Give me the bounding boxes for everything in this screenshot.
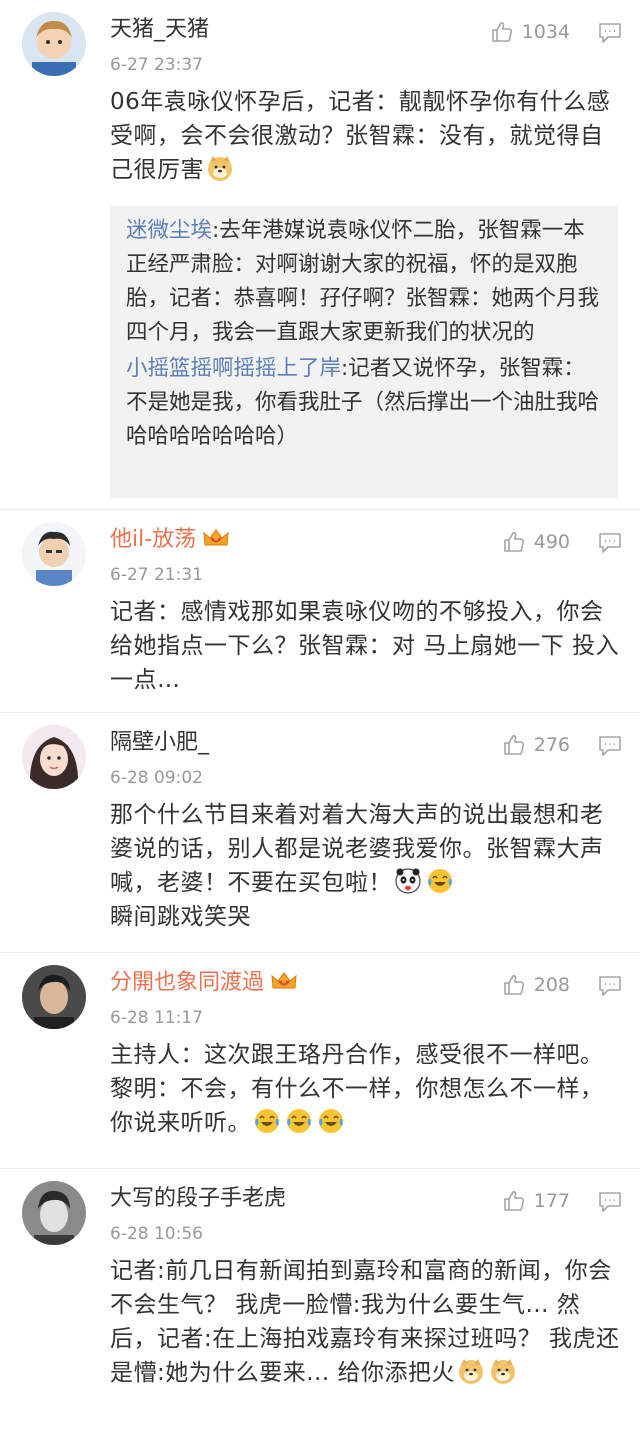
avatar[interactable]	[22, 1181, 86, 1245]
vip-crown-icon	[202, 527, 230, 549]
thumbs-up-icon	[490, 20, 514, 44]
like-count: 208	[533, 974, 570, 996]
reply-username[interactable]: 小摇篮摇啊摇摇上了岸	[126, 356, 341, 381]
thumbs-up-icon	[502, 1189, 526, 1213]
laugh-cry-emoji-icon	[426, 867, 454, 895]
thumbs-up-icon	[502, 530, 526, 554]
like-button[interactable]: 1034	[490, 20, 570, 44]
reply-username[interactable]: 迷微尘埃	[126, 218, 212, 243]
like-count: 276	[533, 734, 570, 756]
thumbs-up-icon	[502, 973, 526, 997]
comment-reply-icon[interactable]	[598, 735, 622, 757]
thumbs-up-icon	[502, 733, 526, 757]
comment-item: 天猪_天猪 6-27 23:37 1034 06年袁咏仪怀孕后，记者：靓靓怀孕你…	[0, 0, 640, 510]
comment-item: 分開也象同渡過 6-28 11:17 208 主持人：这次跟王珞丹合作，感受很不…	[0, 953, 640, 1169]
reply-item: 迷微尘埃:去年港媒说袁咏仪怀二胎，张智霖一本正经严肃脸：对啊谢谢大家的祝福，怀的…	[126, 214, 602, 350]
comment-reply-icon[interactable]	[598, 1191, 622, 1213]
avatar[interactable]	[22, 522, 86, 586]
avatar[interactable]	[22, 725, 86, 789]
timestamp: 6-28 10:56	[110, 1224, 203, 1244]
comment-text: 主持人：这次跟王珞丹合作，感受很不一样吧。 黎明：不会，有什么不一样，你想怎么不…	[110, 1042, 604, 1136]
like-button[interactable]: 490	[502, 530, 570, 554]
vip-crown-icon	[270, 970, 298, 992]
comment-item: 大写的段子手老虎 6-28 10:56 177 记者:前几日有新闻拍到嘉玲和富商…	[0, 1169, 640, 1439]
username[interactable]: 天猪_天猪	[110, 16, 209, 44]
username[interactable]: 大写的段子手老虎	[110, 1185, 286, 1213]
avatar[interactable]	[22, 965, 86, 1029]
comment-item: 他il-放荡 6-27 21:31 490 记者：感情戏那如果袁咏仪吻的不够投入…	[0, 510, 640, 713]
comment-reply-icon[interactable]	[598, 532, 622, 554]
comment-text: 记者：感情戏那如果袁咏仪吻的不够投入，你会给她指点一下么？张智霖：对 马上扇她一…	[110, 599, 620, 693]
like-button[interactable]: 208	[502, 973, 570, 997]
laugh-cry-emoji-icon	[253, 1107, 281, 1135]
doge-emoji-icon	[489, 1357, 517, 1385]
avatar[interactable]	[22, 12, 86, 76]
comment-text: 那个什么节目来着对着大海大声的说出最想和老婆说的话，别人都是说老婆我爱你。张智霖…	[110, 802, 604, 930]
comment-item: 隔壁小肥_ 6-28 09:02 276 那个什么节目来着对着大海大声的说出最想…	[0, 713, 640, 953]
doge-emoji-icon	[457, 1357, 485, 1385]
timestamp: 6-28 09:02	[110, 768, 203, 788]
comment-text: 记者:前几日有新闻拍到嘉玲和富商的新闻，你会不会生气？ 我虎一脸懵:我为什么要生…	[110, 1258, 620, 1386]
laugh-cry-emoji-icon	[317, 1107, 345, 1135]
reply-item: 小摇篮摇啊摇摇上了岸:记者又说怀孕，张智霖：不是她是我，你看我肚子（然后撑出一个…	[126, 352, 602, 454]
like-button[interactable]: 177	[502, 1189, 570, 1213]
like-count: 177	[533, 1190, 570, 1212]
timestamp: 6-28 11:17	[110, 1008, 203, 1028]
doge-emoji-icon	[206, 154, 234, 182]
panda-emoji-icon	[394, 867, 422, 895]
username[interactable]: 隔壁小肥_	[110, 729, 209, 757]
timestamp: 6-27 23:37	[110, 55, 203, 75]
username[interactable]: 他il-放荡	[110, 526, 230, 554]
comment-text: 06年袁咏仪怀孕后，记者：靓靓怀孕你有什么感受啊，会不会很激动？张智霖：没有，就…	[110, 89, 611, 183]
timestamp: 6-27 21:31	[110, 565, 203, 585]
username[interactable]: 分開也象同渡過	[110, 969, 298, 997]
replies-box[interactable]: 迷微尘埃:去年港媒说袁咏仪怀二胎，张智霖一本正经严肃脸：对啊谢谢大家的祝福，怀的…	[110, 206, 618, 498]
like-count: 490	[533, 531, 570, 553]
laugh-cry-emoji-icon	[285, 1107, 313, 1135]
like-button[interactable]: 276	[502, 733, 570, 757]
like-count: 1034	[521, 21, 570, 43]
comment-reply-icon[interactable]	[598, 22, 622, 44]
comment-reply-icon[interactable]	[598, 975, 622, 997]
